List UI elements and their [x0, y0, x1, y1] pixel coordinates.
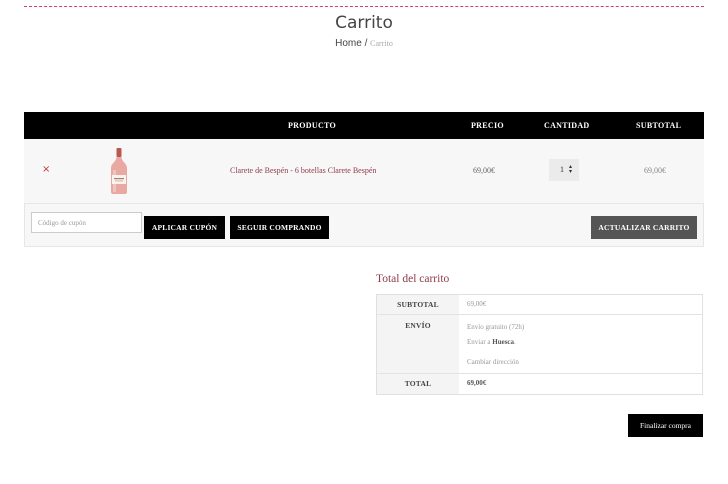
coupon-code-input[interactable]: [31, 212, 142, 233]
column-header-subtotal: SUBTOTAL: [636, 121, 682, 130]
update-cart-button[interactable]: ACTUALIZAR CARRITO: [591, 216, 697, 239]
breadcrumb: Home / Carrito: [0, 38, 728, 49]
totals-total-value: 69,00€: [467, 379, 487, 387]
column-header-product: PRODUCTO: [288, 121, 337, 130]
breadcrumb-home-link[interactable]: Home: [335, 38, 362, 49]
cart-table: PRODUCTO PRECIO CANTIDAD SUBTOTAL × Clar…: [24, 112, 704, 247]
shipping-method: Envío gratuito (72h): [467, 323, 525, 331]
ship-to-destination: Enviar a Huesca.: [467, 338, 516, 346]
product-name-link[interactable]: Clarete de Bespén - 6 botellas Clarete B…: [230, 166, 376, 175]
checkout-button[interactable]: Finalizar compra: [628, 414, 703, 437]
totals-shipping-row: ENVÍO Envío gratuito (72h) Enviar a Hues…: [377, 315, 702, 374]
totals-total-row: TOTAL 69,00€: [377, 374, 702, 394]
quantity-value: 1: [560, 165, 564, 174]
quantity-stepper[interactable]: 1 ▴ ▾: [549, 159, 579, 181]
page-title: Carrito: [335, 13, 393, 33]
apply-coupon-button[interactable]: APLICAR CUPÓN: [144, 216, 225, 239]
breadcrumb-current: Carrito: [370, 39, 393, 48]
item-subtotal: 69,00€: [644, 166, 666, 175]
cart-totals: Total del carrito SUBTOTAL 69,00€ ENVÍO …: [376, 270, 703, 395]
totals-subtotal-value: 69,00€: [467, 300, 487, 308]
cart-table-header: PRODUCTO PRECIO CANTIDAD SUBTOTAL: [24, 112, 704, 139]
cart-item-row: × Clarete de Bespén - 6 botellas Clarete…: [24, 139, 704, 204]
totals-subtotal-row: SUBTOTAL 69,00€: [377, 295, 702, 315]
continue-shopping-button[interactable]: SEGUIR COMPRANDO: [230, 216, 329, 239]
ship-to-suffix: .: [514, 338, 516, 346]
column-header-quantity: CANTIDAD: [544, 121, 590, 130]
ship-to-place: Huesca: [492, 338, 515, 346]
remove-item-icon[interactable]: ×: [42, 164, 50, 175]
totals-shipping-label: ENVÍO: [405, 321, 431, 330]
totals-total-label: TOTAL: [404, 379, 432, 388]
totals-subtotal-label: SUBTOTAL: [397, 300, 439, 309]
ship-to-prefix: Enviar a: [467, 338, 493, 346]
item-price: 69,00€: [473, 166, 495, 175]
breadcrumb-separator: /: [361, 38, 371, 49]
column-header-price: PRECIO: [471, 121, 504, 130]
cart-totals-table: SUBTOTAL 69,00€ ENVÍO Envío gratuito (72…: [376, 294, 703, 395]
top-dashed-rule: [24, 6, 704, 7]
cart-actions-row: APLICAR CUPÓN SEGUIR COMPRANDO ACTUALIZA…: [24, 204, 704, 247]
change-address-link[interactable]: Cambiar dirección: [467, 358, 519, 366]
stepper-arrows-icon[interactable]: ▴ ▾: [569, 164, 572, 175]
rose-wine-bottle-image[interactable]: [108, 148, 130, 194]
cart-totals-title: Total del carrito: [376, 273, 450, 285]
